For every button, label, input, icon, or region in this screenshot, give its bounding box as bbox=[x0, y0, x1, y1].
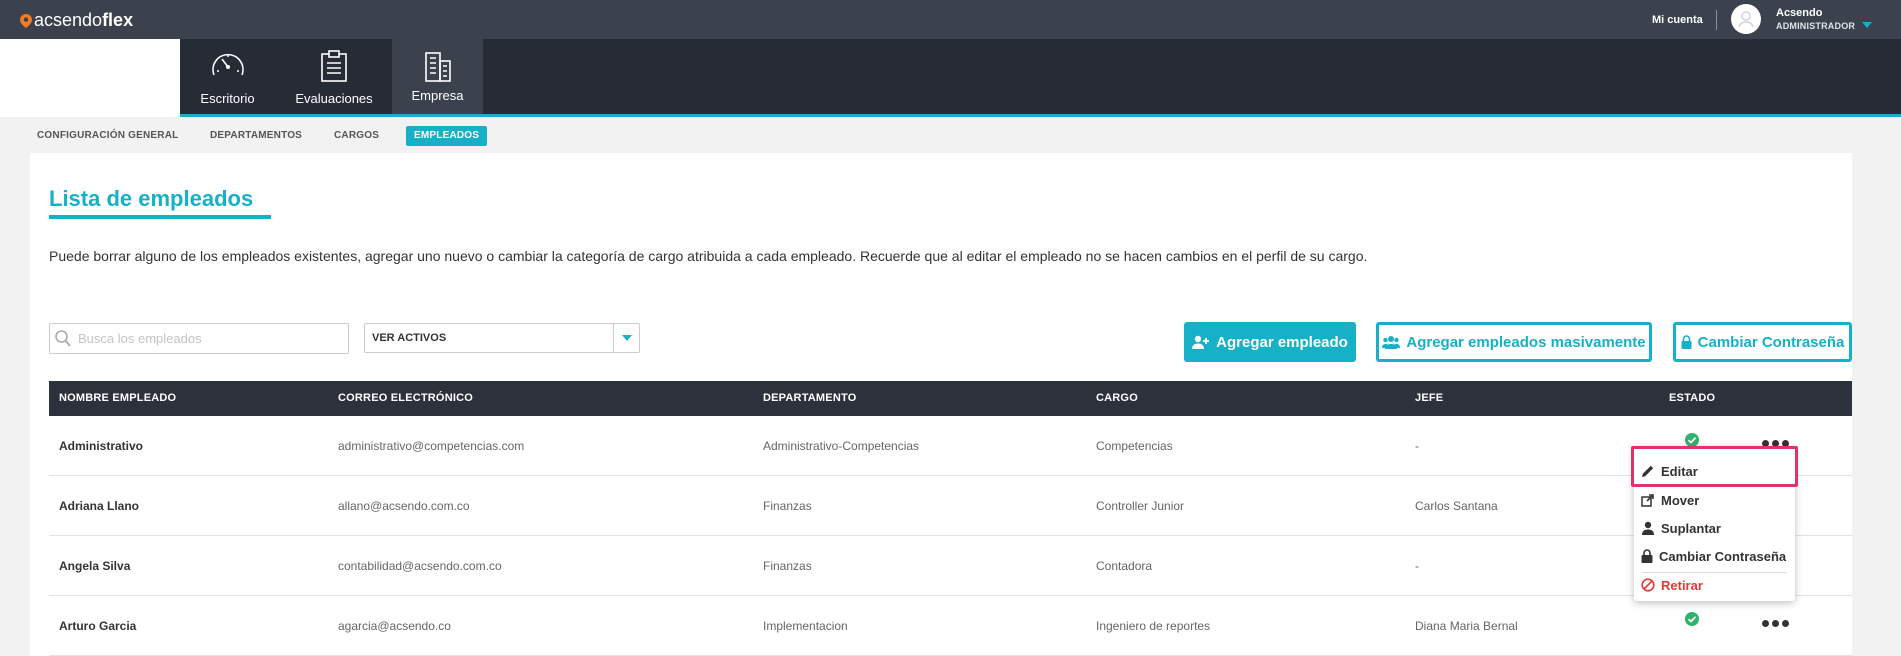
employee-department: Finanzas bbox=[763, 499, 812, 513]
user-menu-chevron-down-icon[interactable] bbox=[1862, 22, 1872, 28]
user-icon bbox=[1642, 521, 1654, 535]
column-header-cargo[interactable]: CARGO bbox=[1096, 392, 1138, 404]
nav-item-label: Empresa bbox=[411, 88, 464, 103]
table-row[interactable]: Adriana Llano allano@acsendo.com.co Fina… bbox=[49, 476, 1852, 536]
employee-email: administrativo@competencias.com bbox=[338, 439, 525, 453]
employee-email: agarcia@acsendo.co bbox=[338, 619, 451, 633]
nav-item-evaluaciones[interactable]: Evaluaciones bbox=[288, 39, 380, 114]
add-bulk-employees-button[interactable]: Agregar empleados masivamente bbox=[1376, 322, 1652, 362]
employee-position: Controller Junior bbox=[1096, 499, 1185, 513]
more-options-icon[interactable] bbox=[1762, 620, 1789, 627]
tab-configuracion-general[interactable]: CONFIGURACIÓN GENERAL bbox=[37, 126, 178, 146]
change-password-label: Cambiar Contraseña bbox=[1697, 333, 1845, 351]
employee-boss: - bbox=[1415, 559, 1419, 573]
pencil-icon bbox=[1642, 465, 1654, 477]
move-icon bbox=[1641, 494, 1654, 507]
menu-item-label: Editar bbox=[1661, 463, 1698, 479]
table-header: NOMBRE EMPLEADO CORREO ELECTRÓNICO DEPAR… bbox=[49, 381, 1852, 416]
lock-icon bbox=[1641, 549, 1653, 563]
search-icon bbox=[55, 330, 71, 347]
user-avatar-icon bbox=[1738, 11, 1754, 28]
employee-position: Ingeniero de reportes bbox=[1096, 619, 1211, 633]
acsendo-logo[interactable]: acsendo flex bbox=[20, 10, 133, 31]
location-pin-icon bbox=[20, 13, 32, 28]
employee-name: Angela Silva bbox=[59, 559, 131, 573]
column-header-jefe[interactable]: JEFE bbox=[1415, 392, 1443, 404]
row-actions-menu: Editar Mover Suplantar Cambiar Contraseñ… bbox=[1634, 446, 1795, 601]
menu-item-label: Retirar bbox=[1661, 577, 1703, 593]
clipboard-icon bbox=[321, 50, 347, 82]
select-arrow[interactable] bbox=[613, 324, 639, 352]
employee-department: Finanzas bbox=[763, 559, 812, 573]
employee-position: Competencias bbox=[1096, 439, 1173, 453]
my-account-link[interactable]: Mi cuenta bbox=[1652, 14, 1703, 26]
employee-name: Adriana Llano bbox=[59, 499, 140, 513]
menu-item-editar[interactable]: Editar bbox=[1634, 458, 1795, 484]
check-circle-icon bbox=[1685, 612, 1699, 626]
change-password-button[interactable]: Cambiar Contraseña bbox=[1673, 322, 1852, 362]
top-bar: acsendo flex Mi cuenta Acsendo ADMINISTRA… bbox=[0, 0, 1901, 39]
building-icon bbox=[424, 52, 451, 82]
employee-department: Implementacion bbox=[763, 619, 848, 633]
nav-item-label: Escritorio bbox=[200, 91, 255, 106]
nav-logo-area bbox=[0, 39, 180, 117]
user-plus-icon bbox=[1192, 335, 1210, 349]
page-description: Puede borrar alguno de los empleados exi… bbox=[49, 248, 1368, 264]
nav-item-empresa[interactable]: Empresa bbox=[392, 39, 483, 114]
user-role: ADMINISTRADOR bbox=[1776, 21, 1856, 31]
nav-item-escritorio[interactable]: Escritorio bbox=[180, 39, 275, 114]
speedometer-icon bbox=[211, 53, 244, 76]
employee-email: contabilidad@acsendo.com.co bbox=[338, 559, 502, 573]
employee-department: Administrativo-Competencias bbox=[763, 439, 920, 453]
table-row[interactable]: Arturo Garcia agarcia@acsendo.co Impleme… bbox=[49, 596, 1852, 656]
status-filter-value: VER ACTIVOS bbox=[372, 332, 447, 344]
chevron-down-icon bbox=[622, 335, 632, 341]
lock-icon bbox=[1681, 335, 1692, 349]
topbar-divider bbox=[1716, 10, 1717, 30]
logo-suffix: flex bbox=[102, 10, 134, 30]
menu-item-label: Mover bbox=[1661, 492, 1700, 508]
table-row[interactable]: Angela Silva contabilidad@acsendo.com.co… bbox=[49, 536, 1852, 596]
employee-boss: - bbox=[1415, 439, 1419, 453]
tab-empleados[interactable]: EMPLEADOS bbox=[406, 126, 488, 146]
add-employee-button[interactable]: Agregar empleado bbox=[1184, 322, 1356, 362]
menu-item-cambiar-contrasena[interactable]: Cambiar Contraseña bbox=[1634, 543, 1795, 569]
column-header-estado[interactable]: ESTADO bbox=[1669, 392, 1715, 404]
column-header-nombre[interactable]: NOMBRE EMPLEADO bbox=[59, 392, 176, 404]
avatar[interactable] bbox=[1731, 4, 1761, 34]
status-filter-select[interactable]: VER ACTIVOS bbox=[364, 323, 640, 353]
page-title: Lista de empleados bbox=[49, 186, 254, 211]
nav-item-label: Evaluaciones bbox=[295, 91, 373, 106]
sub-nav: CONFIGURACIÓN GENERAL DEPARTAMENTOS CARG… bbox=[0, 126, 1901, 146]
main-nav: Escritorio Evaluaciones Empresa bbox=[0, 39, 1901, 117]
employee-position: Contadora bbox=[1096, 559, 1153, 573]
employee-name: Administrativo bbox=[59, 439, 144, 453]
ban-icon bbox=[1641, 578, 1655, 592]
menu-item-retirar[interactable]: Retirar bbox=[1634, 572, 1795, 598]
tab-departamentos[interactable]: DEPARTAMENTOS bbox=[210, 126, 302, 146]
menu-item-label: Suplantar bbox=[1661, 520, 1721, 536]
user-name[interactable]: Acsendo bbox=[1776, 7, 1822, 19]
employee-name: Arturo Garcia bbox=[59, 619, 137, 633]
search-field[interactable] bbox=[49, 323, 349, 354]
title-underline bbox=[49, 215, 271, 219]
menu-item-label: Cambiar Contraseña bbox=[1659, 548, 1787, 564]
check-circle-icon bbox=[1685, 433, 1699, 447]
search-input[interactable] bbox=[78, 324, 346, 353]
column-header-departamento[interactable]: DEPARTAMENTO bbox=[763, 392, 856, 404]
menu-item-suplantar[interactable]: Suplantar bbox=[1634, 515, 1795, 541]
employee-email: allano@acsendo.com.co bbox=[338, 499, 470, 513]
add-bulk-label: Agregar empleados masivamente bbox=[1406, 333, 1646, 351]
employee-boss: Carlos Santana bbox=[1415, 499, 1498, 513]
add-employee-label: Agregar empleado bbox=[1216, 333, 1348, 351]
logo-prefix: acsendo bbox=[34, 10, 103, 30]
column-header-correo[interactable]: CORREO ELECTRÓNICO bbox=[338, 392, 473, 404]
employee-boss: Diana Maria Bernal bbox=[1415, 619, 1518, 633]
menu-item-mover[interactable]: Mover bbox=[1634, 487, 1795, 513]
table-row[interactable]: Administrativo administrativo@competenci… bbox=[49, 416, 1852, 476]
tab-cargos[interactable]: CARGOS bbox=[334, 126, 379, 146]
users-icon bbox=[1382, 336, 1401, 349]
